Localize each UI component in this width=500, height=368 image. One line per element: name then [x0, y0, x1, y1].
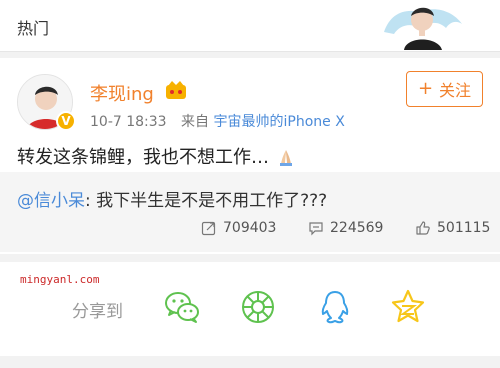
vip-crown-icon	[165, 80, 187, 100]
thumbs-up-icon	[416, 221, 430, 235]
like-count: 501115	[437, 220, 491, 236]
repost-button[interactable]: 709403	[201, 220, 276, 236]
post-meta: 10-7 18:33 来自 宇宙最帅的iPhone X	[90, 111, 345, 131]
post-source[interactable]: 宇宙最帅的iPhone X	[213, 114, 344, 130]
wechat-icon[interactable]	[163, 288, 201, 326]
username[interactable]: 李现ing	[90, 80, 154, 106]
header-banner-image	[380, 2, 466, 50]
qzone-icon[interactable]	[389, 288, 427, 326]
comment-button[interactable]: 224569	[308, 220, 383, 236]
source-prefix: 来自	[181, 114, 210, 130]
comment-icon	[309, 222, 323, 236]
bottom-divider	[0, 356, 500, 368]
comment-count: 224569	[330, 220, 384, 236]
watermark: mingyanl.com	[20, 273, 100, 286]
repost-icon	[201, 221, 216, 236]
post-time: 10-7 18:33	[90, 114, 167, 130]
quoted-text: @信小呆: 我下半生是不是不用工作了???	[17, 186, 327, 211]
qq-icon[interactable]	[316, 288, 354, 326]
moments-icon[interactable]	[239, 288, 277, 326]
mention-separator: :	[85, 191, 97, 211]
praying-hands-icon	[277, 148, 295, 171]
mention-link[interactable]: @信小呆	[17, 191, 85, 211]
post-text-content: 转发这条锦鲤，我也不想工作…	[17, 147, 269, 168]
verified-badge: V	[56, 111, 76, 131]
plus-icon: +	[417, 78, 434, 99]
repost-count: 709403	[223, 220, 277, 236]
like-button[interactable]: 501115	[415, 220, 490, 236]
post-text: 转发这条锦鲤，我也不想工作…	[17, 143, 295, 171]
quoted-content: 我下半生是不是不用工作了???	[96, 191, 328, 211]
top-header: 热门	[0, 0, 500, 52]
share-label: 分享到	[72, 302, 123, 322]
page-title: 热门	[17, 19, 50, 38]
follow-label: 关注	[439, 81, 472, 100]
follow-button[interactable]: + 关注	[406, 71, 483, 107]
post-stats: 709403 224569 501115	[0, 220, 500, 246]
